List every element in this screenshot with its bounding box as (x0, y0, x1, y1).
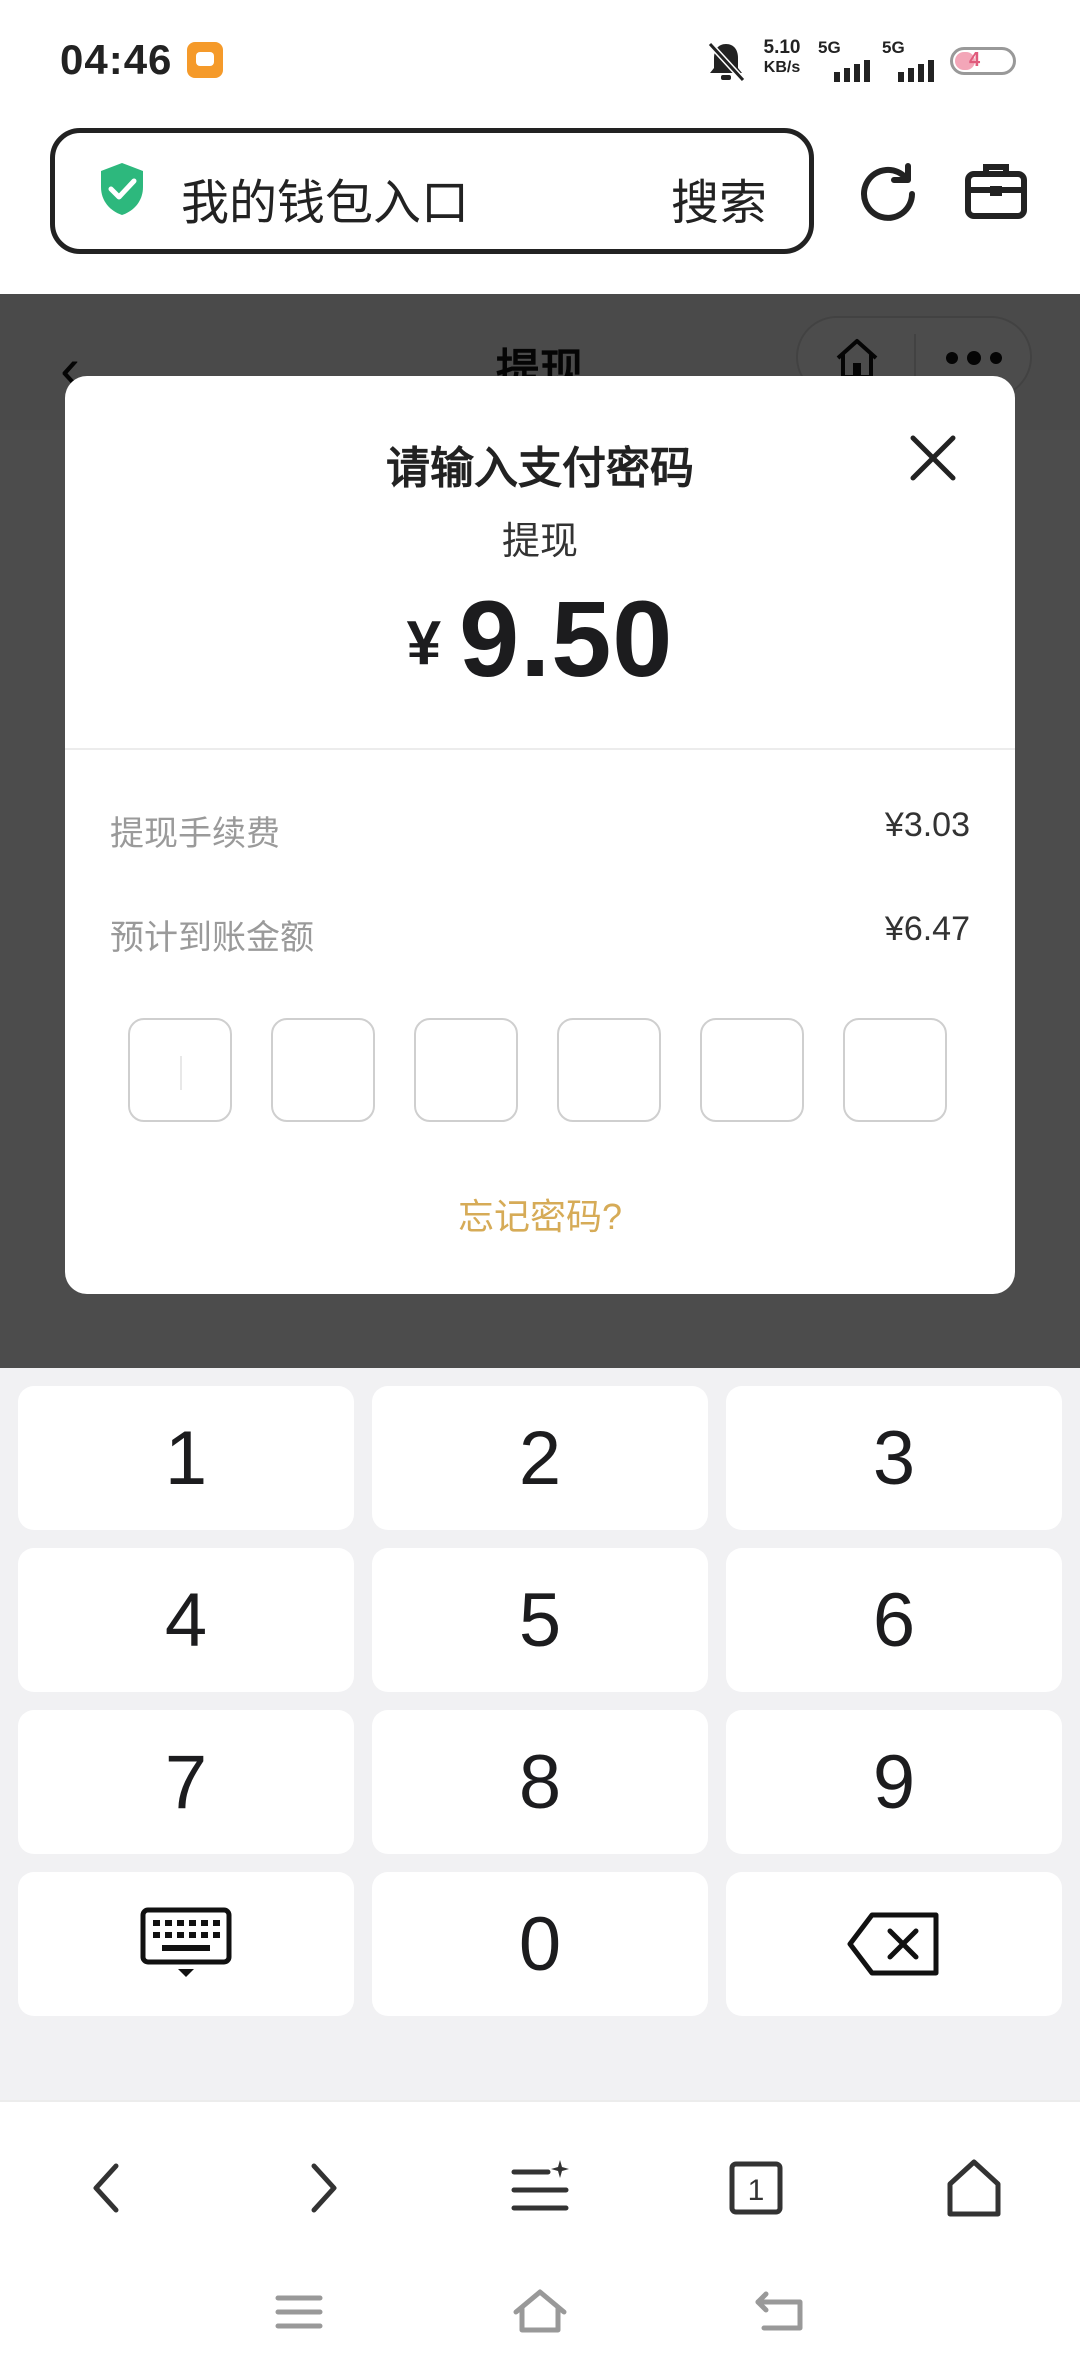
divider (65, 748, 1015, 750)
forgot-password-link[interactable]: 忘记密码? (65, 1188, 1015, 1240)
sim2-label: 5G (882, 38, 905, 57)
sim2-signal: 5G (882, 38, 934, 82)
chevron-left-icon (93, 2163, 119, 2213)
app-notification-icon (187, 42, 223, 78)
keyboard-icon (140, 1907, 232, 1977)
amount-value: 9.50 (459, 578, 674, 699)
address-bar[interactable]: 我的钱包入口 搜索 (50, 128, 814, 254)
sim1-signal: 5G (818, 38, 870, 82)
key-7[interactable]: 7 (18, 1710, 354, 1854)
payment-password-dialog: 请输入支付密码 提现 ¥9.50 提现手续费 ¥3.03 预计到账金额 ¥6.4… (65, 376, 1015, 1294)
signal-bars-icon (834, 60, 870, 82)
nav-forward-button[interactable] (284, 2148, 364, 2228)
close-icon[interactable] (907, 432, 959, 484)
dialog-subtitle: 提现 (501, 521, 578, 563)
system-back-icon[interactable] (752, 2288, 808, 2334)
password-digit-box[interactable] (128, 1018, 232, 1122)
nav-menu-button[interactable] (500, 2148, 580, 2228)
delete-button[interactable] (726, 1872, 1062, 2016)
password-digit-box[interactable] (271, 1018, 375, 1122)
net-speed-unit: KB/s (763, 59, 801, 76)
chevron-right-icon (311, 2163, 337, 2213)
security-shield-icon (101, 163, 143, 215)
browser-bottom-nav: 1 (0, 2100, 1080, 2242)
system-home-icon[interactable] (510, 2288, 570, 2334)
address-title: 我的钱包入口 (181, 177, 470, 230)
key-3[interactable]: 3 (726, 1386, 1062, 1530)
currency-symbol: ¥ (406, 609, 442, 678)
signal-bars-icon (898, 60, 934, 82)
key-5[interactable]: 5 (372, 1548, 708, 1692)
dialog-title: 请输入支付密码 (386, 444, 694, 493)
system-nav-bar (0, 2240, 1080, 2376)
status-time: 04:46 (60, 36, 173, 83)
amount: ¥9.50 (65, 576, 1015, 701)
password-digit-box[interactable] (557, 1018, 661, 1122)
nav-tabs-button[interactable]: 1 (716, 2148, 796, 2228)
key-4[interactable]: 4 (18, 1548, 354, 1692)
tabs-count-icon: 1 (729, 2161, 783, 2215)
menu-sparkle-icon (511, 2160, 569, 2211)
key-9[interactable]: 9 (726, 1710, 1062, 1854)
fee-value: ¥3.03 (884, 806, 970, 844)
expected-amount-value: ¥6.47 (884, 910, 970, 948)
home-outline-icon (947, 2159, 1001, 2217)
svg-text:1: 1 (748, 2174, 765, 2207)
key-0[interactable]: 0 (372, 1872, 708, 2016)
net-speed-value: 5.10 (763, 37, 801, 58)
hide-keyboard-button[interactable] (18, 1872, 354, 2016)
recent-apps-icon[interactable] (274, 2292, 324, 2332)
key-8[interactable]: 8 (372, 1710, 708, 1854)
nav-home-button[interactable] (934, 2148, 1014, 2228)
search-button[interactable]: 搜索 (671, 163, 767, 233)
toolbox-icon[interactable] (964, 160, 1028, 224)
battery-level: 4 (969, 49, 981, 71)
sim1-label: 5G (818, 38, 841, 57)
nav-back-button[interactable] (66, 2148, 146, 2228)
fee-label: 提现手续费 (110, 815, 280, 853)
expected-amount-label: 预计到账金额 (110, 919, 314, 957)
key-1[interactable]: 1 (18, 1386, 354, 1530)
status-bar: 04:46 5.10 KB/s 5G 5G 4 (0, 0, 1080, 120)
backspace-icon (847, 1912, 939, 1976)
numeric-keypad: 1 2 3 4 5 6 7 8 9 0 (0, 1368, 1080, 2100)
battery-icon: 4 (950, 47, 1016, 75)
password-digit-box[interactable] (700, 1018, 804, 1122)
password-digit-box[interactable] (414, 1018, 518, 1122)
mute-bell-icon (707, 41, 746, 83)
key-6[interactable]: 6 (726, 1548, 1062, 1692)
key-2[interactable]: 2 (372, 1386, 708, 1530)
reload-icon[interactable] (856, 160, 920, 224)
network-speed: 5.10 KB/s (758, 38, 806, 78)
password-digit-box[interactable] (843, 1018, 947, 1122)
